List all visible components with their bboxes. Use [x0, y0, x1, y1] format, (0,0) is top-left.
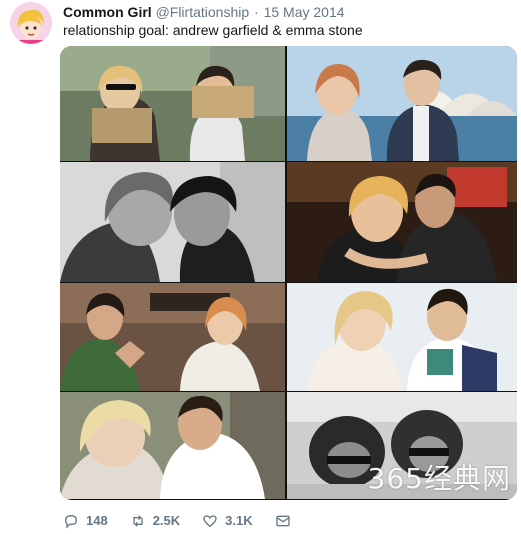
- photo-4[interactable]: [287, 162, 517, 282]
- action-bar: 148 2.5K 3.1K: [63, 511, 320, 531]
- photo-6[interactable]: [287, 283, 517, 391]
- photo-1[interactable]: [60, 46, 285, 161]
- photo-8[interactable]: 365经典网: [287, 392, 517, 499]
- message-icon: [275, 515, 290, 527]
- tweet-header: Common Girl @Flirtationship · 15 May 201…: [63, 4, 345, 21]
- retweet-button[interactable]: 2.5K: [130, 513, 180, 529]
- avatar[interactable]: [10, 2, 52, 44]
- separator-dot: ·: [254, 4, 259, 20]
- like-count: 3.1K: [225, 513, 253, 528]
- reply-count: 148: [86, 513, 108, 528]
- display-name[interactable]: Common Girl: [63, 4, 152, 20]
- photo-collage[interactable]: 365经典网: [60, 46, 517, 500]
- user-handle[interactable]: @Flirtationship: [156, 4, 250, 20]
- photo-7[interactable]: [60, 392, 285, 499]
- photo-5[interactable]: [60, 283, 285, 391]
- reply-button[interactable]: 148: [63, 513, 108, 529]
- reply-icon: [64, 514, 78, 529]
- photo-2[interactable]: [287, 46, 517, 161]
- tweet: Common Girl @Flirtationship · 15 May 201…: [0, 0, 521, 534]
- tweet-date[interactable]: 15 May 2014: [264, 4, 345, 20]
- retweet-count: 2.5K: [152, 513, 181, 528]
- like-button[interactable]: 3.1K: [202, 513, 253, 529]
- photo-3[interactable]: [60, 162, 285, 282]
- like-icon: [203, 515, 217, 528]
- watermark-text: 365经典网: [367, 462, 511, 495]
- direct-message-button[interactable]: [275, 513, 298, 529]
- tweet-text: relationship goal: andrew garfield & emm…: [63, 22, 363, 38]
- retweet-icon: [133, 515, 143, 527]
